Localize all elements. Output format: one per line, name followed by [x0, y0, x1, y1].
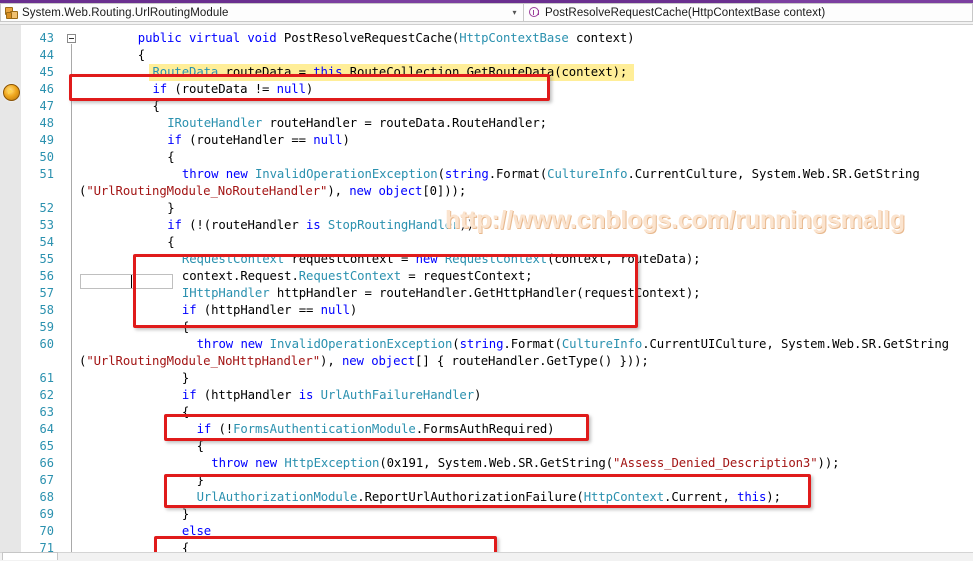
line-number: 61 [39, 371, 54, 385]
line-number: 51 [39, 167, 54, 181]
code-line: UrlAuthorizationModule.ReportUrlAuthoriz… [196, 490, 781, 504]
bottom-left-tab[interactable] [2, 552, 58, 560]
chevron-down-icon[interactable]: ▾ [508, 3, 521, 22]
line-number: 57 [39, 286, 54, 300]
line-number: 59 [39, 320, 54, 334]
code-line: } [181, 371, 190, 385]
line-number: 53 [39, 218, 54, 232]
code-editor[interactable]: 43 44 45 46 47 48 49 50 51 52 53 54 55 56 57 58 59 60 61 62… [0, 25, 973, 560]
breakpoint-indicator-margin[interactable] [0, 25, 22, 560]
code-line: if (httpHandler == null) [181, 303, 358, 317]
line-number: 50 [39, 150, 54, 164]
line-number: 64 [39, 422, 54, 436]
line-number: 70 [39, 524, 54, 538]
current-statement-arrow-icon [3, 84, 20, 101]
member-dropdown[interactable]: PostResolveRequestCache(HttpContextBase … [524, 3, 973, 22]
line-number: 52 [39, 201, 54, 215]
code-line: throw new InvalidOperationException(stri… [196, 337, 949, 351]
code-line: RequestContext requestContext = new Requ… [181, 252, 701, 266]
code-line: if (!FormsAuthenticationModule.FormsAuth… [196, 422, 555, 436]
code-line: IRouteHandler routeHandler = routeData.R… [167, 116, 547, 130]
line-number-gutter: 43 44 45 46 47 48 49 50 51 52 53 54 55 56 57 58 59 60 61 62… [21, 25, 59, 560]
code-line: throw new HttpException(0x191, System.We… [211, 456, 840, 470]
class-dropdown[interactable]: System.Web.Routing.UrlRoutingModule ▾ [0, 3, 524, 22]
line-number: 67 [39, 473, 54, 487]
code-line: } [167, 201, 175, 215]
outlining-rail [71, 44, 72, 560]
line-number: 45 [39, 65, 54, 79]
line-number: 68 [39, 490, 54, 504]
line-number: 55 [39, 252, 54, 266]
code-line: if (!(routeHandler is StopRoutingHandler… [167, 218, 474, 232]
line-number: 44 [39, 48, 54, 62]
line-number: 65 [39, 439, 54, 453]
member-dropdown-label: PostResolveRequestCache(HttpContextBase … [545, 6, 826, 19]
class-dropdown-label: System.Web.Routing.UrlRoutingModule [22, 6, 229, 19]
line-number: 63 [39, 405, 54, 419]
code-line: } [196, 473, 204, 487]
line-number: 56 [39, 269, 54, 283]
line-number: 43 [39, 31, 54, 45]
code-line: { [196, 439, 204, 453]
code-line: { [181, 320, 190, 334]
code-line: if (routeData != null) [152, 82, 314, 96]
method-icon [527, 6, 541, 19]
line-number: 46 [39, 82, 54, 96]
code-line: throw new InvalidOperationException(stri… [181, 167, 920, 181]
line-number: 66 [39, 456, 54, 470]
code-line: public virtual void PostResolveRequestCa… [137, 31, 635, 45]
code-navigation-bar: System.Web.Routing.UrlRoutingModule ▾ Po… [0, 3, 973, 25]
line-number: 49 [39, 133, 54, 147]
line-number: 69 [39, 507, 54, 521]
code-line: { [181, 405, 190, 419]
code-line: ("UrlRoutingModule_NoRouteHandler"), new… [79, 184, 467, 198]
collapse-region-toggle[interactable] [67, 34, 76, 43]
code-line: context.Request.RequestContext = request… [181, 269, 533, 283]
inline-edit-box[interactable] [80, 274, 173, 289]
line-number: 48 [39, 116, 54, 130]
line-number: 62 [39, 388, 54, 402]
code-line: else [181, 524, 212, 538]
class-icon [4, 6, 18, 19]
code-line: if (routeHandler == null) [167, 133, 350, 147]
code-line: if (httpHandler is UrlAuthFailureHandler… [181, 388, 482, 402]
text-caret [131, 275, 132, 288]
line-number: 60 [39, 337, 54, 351]
code-line: { [137, 48, 146, 62]
code-text-area[interactable]: public virtual void PostResolveRequestCa… [79, 25, 973, 560]
line-number: 58 [39, 303, 54, 317]
line-number: 47 [39, 99, 54, 113]
outlining-margin[interactable] [59, 25, 79, 560]
code-line: { [167, 235, 175, 249]
code-line: { [167, 150, 175, 164]
code-line: } [181, 507, 190, 521]
code-line: IHttpHandler httpHandler = routeHandler.… [181, 286, 701, 300]
code-line: ("UrlRoutingModule_NoHttpHandler"), new … [79, 354, 649, 368]
code-line: RouteData routeData = this.RouteCollecti… [152, 65, 628, 79]
code-line: { [152, 99, 160, 113]
line-number: 54 [39, 235, 54, 249]
